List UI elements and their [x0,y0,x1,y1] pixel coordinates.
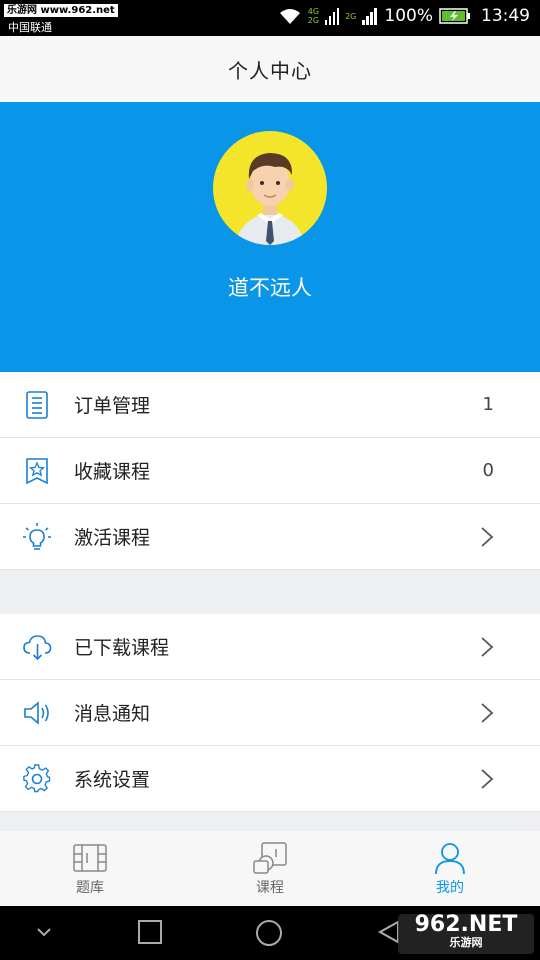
menu-label: 订单管理 [74,395,151,417]
menu-label: 激活课程 [74,527,151,549]
chevron-right-icon [481,526,494,547]
tab-mine[interactable]: 我的 [360,831,540,906]
status-bar: 乐游网 www.962.net 中国联通 4G 2G 2G 100% 13:49 [0,0,540,36]
lightbulb-icon [23,522,51,550]
page-title: 个人中心 [228,58,312,83]
speaker-icon [24,700,49,725]
signal-icon-2 [362,8,378,25]
screen: 乐游网 www.962.net 中国联通 4G 2G 2G 100% 13:49… [0,0,540,960]
avatar-illustration [235,153,305,245]
tab-question-bank[interactable]: 题库 [0,831,180,906]
chevron-right-icon [481,768,494,789]
menu-item-order-management[interactable]: 订单管理 1 [0,372,540,438]
network-type-2: 2G [345,11,357,21]
menu-label: 收藏课程 [74,461,151,483]
tab-label: 题库 [76,880,104,896]
clock: 13:49 [481,6,530,26]
chevron-right-icon [481,702,494,723]
app-header: 个人中心 [0,36,540,102]
watermark-logo: 962.NET 乐游网 [398,914,534,954]
home-button[interactable] [255,919,283,947]
course-icon [253,842,287,874]
menu-group-orders: 订单管理 1 收藏课程 0 激活课程 [0,372,540,570]
username: 道不远人 [228,276,312,300]
menu-item-system-settings[interactable]: 系统设置 [0,746,540,812]
wifi-icon [279,9,300,24]
chevron-right-icon [481,636,494,657]
cloud-download-icon [23,634,52,660]
watermark: 乐游网 www.962.net [4,4,118,17]
order-count: 1 [482,394,494,415]
menu-label: 消息通知 [74,703,151,725]
battery-percent: 100% [384,6,433,26]
recent-apps-button[interactable] [137,919,163,945]
gear-icon [23,763,51,792]
carrier-label: 中国联通 [8,21,52,34]
question-bank-icon [73,844,107,872]
menu-item-downloaded-courses[interactable]: 已下载课程 [0,614,540,680]
menu-group-settings: 已下载课程 消息通知 系统设置 [0,614,540,812]
system-nav-bar: 962.NET 乐游网 [0,906,540,960]
tab-courses[interactable]: 课程 [180,831,360,906]
signal-icon [325,8,340,25]
menu-label: 已下载课程 [74,637,170,659]
menu-label: 系统设置 [74,769,151,791]
chevron-down-icon[interactable] [34,926,54,940]
document-icon [26,390,48,419]
favorite-count: 0 [482,460,494,481]
menu-item-activate-course[interactable]: 激活课程 [0,504,540,570]
user-icon [435,843,465,875]
network-type-1: 4G 2G [307,7,320,25]
avatar[interactable] [213,131,327,245]
tab-label: 课程 [256,880,284,896]
bottom-tab-bar: 题库 课程 我的 [0,831,540,906]
bookmark-star-icon [26,457,48,484]
menu-item-favorite-courses[interactable]: 收藏课程 0 [0,438,540,504]
status-indicators: 4G 2G 2G 100% 13:49 [278,6,530,26]
menu-item-notifications[interactable]: 消息通知 [0,680,540,746]
tab-label: 我的 [436,880,464,896]
battery-icon [439,8,470,24]
profile-banner: 道不远人 [0,102,540,372]
